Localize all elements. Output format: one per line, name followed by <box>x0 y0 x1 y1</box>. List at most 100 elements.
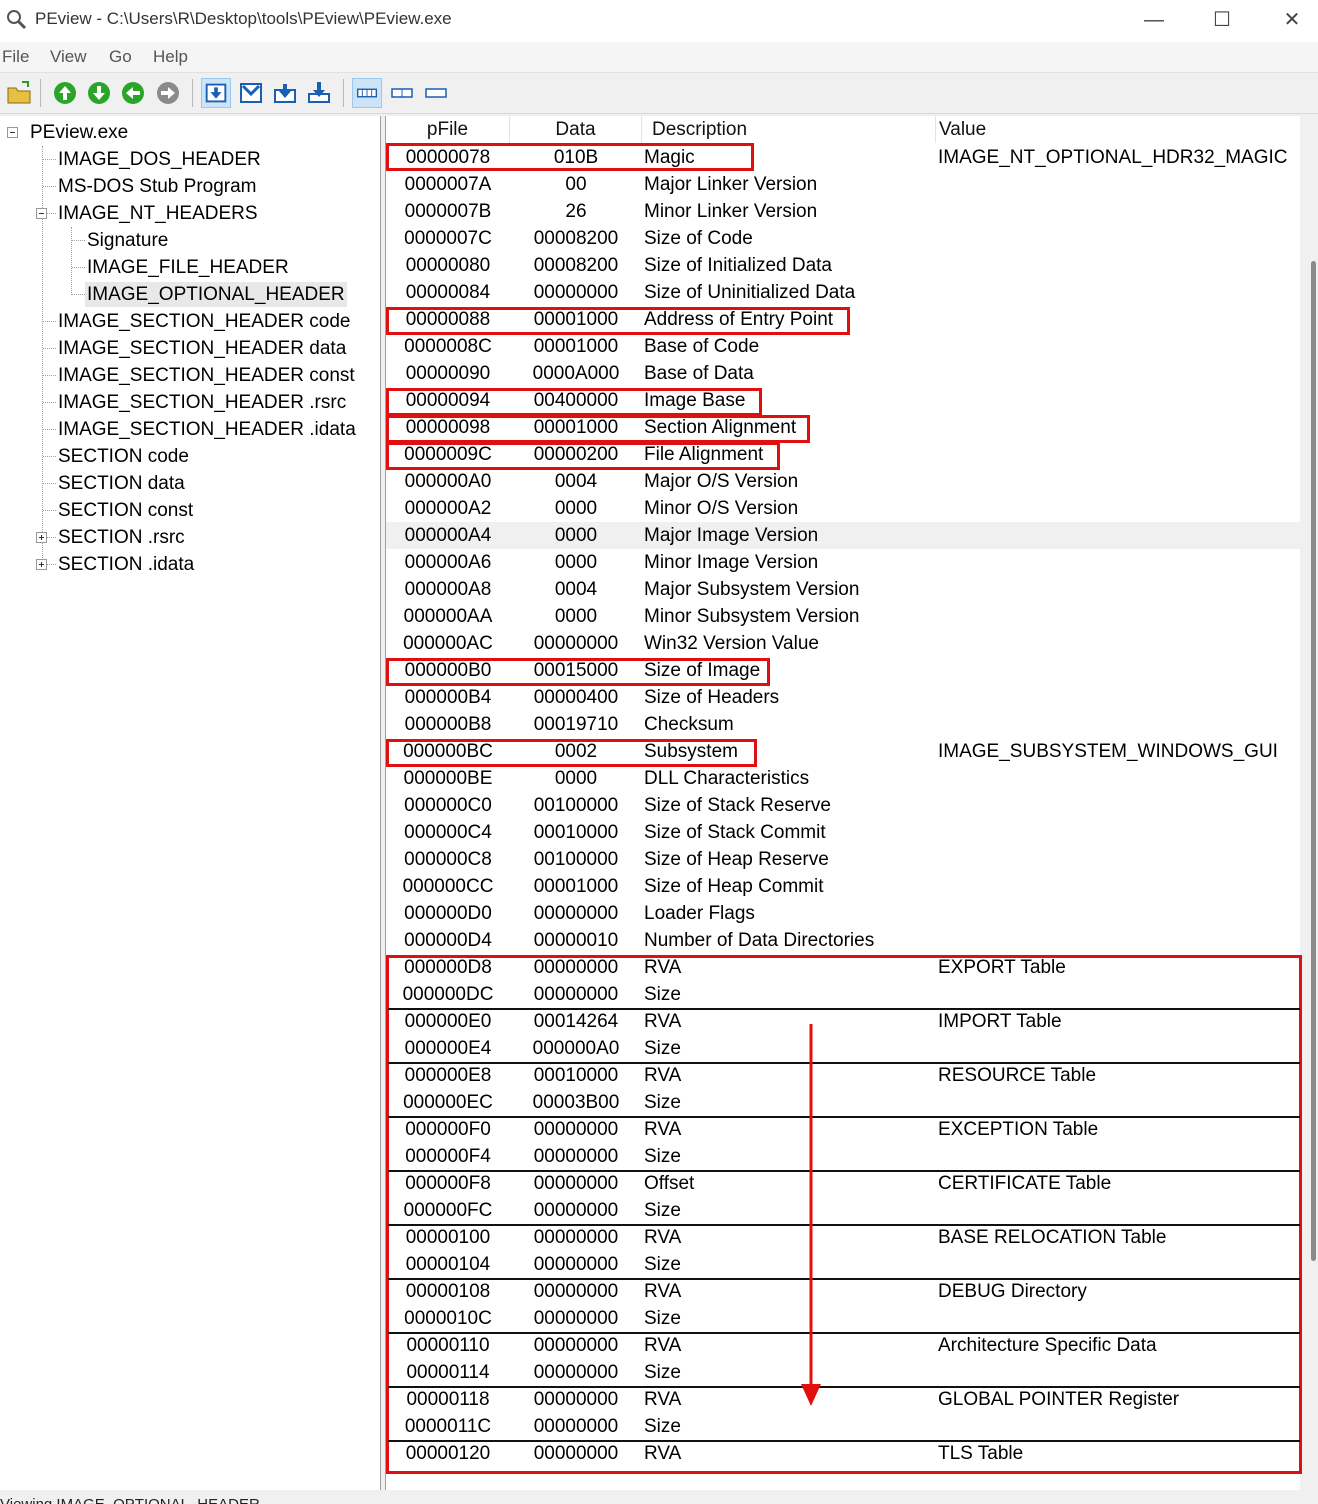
cell-data: 00000000 <box>533 903 619 924</box>
cell-pfile: 000000A4 <box>404 525 492 546</box>
close-button[interactable]: ✕ <box>1260 0 1318 42</box>
cell-data: 00001000 <box>533 876 619 897</box>
table-row[interactable]: 000000A4 0000 Major Image Version <box>386 522 1300 549</box>
tree-item-section-idata[interactable]: SECTION .idata <box>56 552 196 577</box>
table-row[interactable]: 000000D0 00000000 Loader Flags <box>386 900 1300 927</box>
maximize-button[interactable]: ☐ <box>1190 0 1254 42</box>
cell-value: IMAGE_NT_OPTIONAL_HDR32_MAGIC <box>938 147 1288 168</box>
cell-data: 0000 <box>554 606 598 627</box>
cell-data: 00010000 <box>533 822 619 843</box>
table-row[interactable]: 00000084 00000000 Size of Uninitialized Da… <box>386 279 1300 306</box>
scrollbar-thumb[interactable] <box>1311 261 1316 1261</box>
cell-description: Size of Heap Commit <box>644 876 824 897</box>
table-row[interactable]: 000000A8 0004 Major Subsystem Version <box>386 576 1300 603</box>
group-separator-line <box>388 1440 1300 1442</box>
tree-item-optional-header[interactable]: IMAGE_OPTIONAL_HEADER <box>85 282 347 307</box>
cell-data: 00000000 <box>533 282 619 303</box>
cell-description: Major Linker Version <box>644 174 818 195</box>
tree-item-section-header-const[interactable]: IMAGE_SECTION_HEADER const <box>56 363 357 388</box>
table-row[interactable]: 000000A6 0000 Minor Image Version <box>386 549 1300 576</box>
tree-item-dos-header[interactable]: IMAGE_DOS_HEADER <box>56 147 263 172</box>
tree-item-section-rsrc[interactable]: SECTION .rsrc <box>56 525 187 550</box>
back-icon[interactable] <box>118 78 148 108</box>
cell-pfile: 000000D4 <box>404 930 492 951</box>
table-row[interactable]: 0000007A 00 Major Linker Version <box>386 171 1300 198</box>
up-icon[interactable] <box>50 78 80 108</box>
details-icon[interactable] <box>352 78 382 108</box>
table-row[interactable]: 000000B4 00000400 Size of Headers <box>386 684 1300 711</box>
cell-pfile: 000000C0 <box>404 795 492 816</box>
table-row[interactable]: 000000C8 00100000 Size of Heap Reserve <box>386 846 1300 873</box>
collapse-icon[interactable] <box>36 208 47 219</box>
view-qword-icon[interactable] <box>304 78 334 108</box>
minimize-button[interactable]: — <box>1122 0 1186 42</box>
list-icon[interactable] <box>387 78 417 108</box>
highlight-box <box>386 442 780 470</box>
column-header-value[interactable]: Value <box>936 116 1300 143</box>
cell-pfile: 00000080 <box>405 255 491 276</box>
open-icon[interactable] <box>4 78 34 108</box>
table-row[interactable]: 000000AC 00000000 Win32 Version Value <box>386 630 1300 657</box>
tree-item-section-header-rsrc[interactable]: IMAGE_SECTION_HEADER .rsrc <box>56 390 348 415</box>
table-row[interactable]: 000000BE 0000 DLL Characteristics <box>386 765 1300 792</box>
table-row[interactable]: 0000007B 26 Minor Linker Version <box>386 198 1300 225</box>
small-icon[interactable] <box>421 78 451 108</box>
cell-description: Size of Heap Reserve <box>644 849 829 870</box>
table-row[interactable]: 0000007C 00008200 Size of Code <box>386 225 1300 252</box>
table-row[interactable]: 000000A2 0000 Minor O/S Version <box>386 495 1300 522</box>
tree-item-peview-exe[interactable]: PEview.exe <box>28 120 130 145</box>
cell-description: Size of Stack Commit <box>644 822 826 843</box>
tree-view[interactable]: PEview.exe IMAGE_DOS_HEADER MS-DOS Stub … <box>0 116 381 1491</box>
tree-item-section-header-code[interactable]: IMAGE_SECTION_HEADER code <box>56 309 352 334</box>
table-row[interactable]: 00000090 0000A000 Base of Data <box>386 360 1300 387</box>
expand-icon[interactable] <box>36 532 47 543</box>
cell-description: Size of Code <box>644 228 753 249</box>
tree-item-section-code[interactable]: SECTION code <box>56 444 191 469</box>
table-row[interactable]: 000000A0 0004 Major O/S Version <box>386 468 1300 495</box>
tree-item-section-const[interactable]: SECTION const <box>56 498 195 523</box>
collapse-icon[interactable] <box>7 127 18 138</box>
view-dword-icon[interactable] <box>270 78 300 108</box>
cell-pfile: 0000007B <box>404 201 492 222</box>
tree-item-section-header-idata[interactable]: IMAGE_SECTION_HEADER .idata <box>56 417 358 442</box>
tree-item-nt-headers[interactable]: IMAGE_NT_HEADERS <box>56 201 260 226</box>
menu-view[interactable]: View <box>50 47 87 67</box>
menu-go[interactable]: Go <box>109 47 132 67</box>
cell-description: Minor Subsystem Version <box>644 606 860 627</box>
table-row[interactable]: 000000B8 00019710 Checksum <box>386 711 1300 738</box>
table-row[interactable]: 0000008C 00001000 Base of Code <box>386 333 1300 360</box>
view-word-icon[interactable] <box>236 78 266 108</box>
column-header-data[interactable]: Data <box>510 116 642 143</box>
tree-item-section-data[interactable]: SECTION data <box>56 471 187 496</box>
tree-connector <box>43 402 56 403</box>
tree-item-msdos-stub[interactable]: MS-DOS Stub Program <box>56 174 259 199</box>
tree-item-section-header-data[interactable]: IMAGE_SECTION_HEADER data <box>56 336 348 361</box>
table-row[interactable]: 000000AA 0000 Minor Subsystem Version <box>386 603 1300 630</box>
menu-file[interactable]: File <box>2 47 29 67</box>
tree-connector <box>43 429 56 430</box>
menu-help[interactable]: Help <box>153 47 188 67</box>
column-header-description[interactable]: Description <box>642 116 936 143</box>
highlight-box <box>386 739 757 767</box>
expand-icon[interactable] <box>36 559 47 570</box>
tree-item-file-header[interactable]: IMAGE_FILE_HEADER <box>85 255 291 280</box>
table-row[interactable]: 000000C0 00100000 Size of Stack Reserve <box>386 792 1300 819</box>
tree-item-signature[interactable]: Signature <box>85 228 170 253</box>
highlight-box <box>386 388 762 416</box>
cell-data: 0000 <box>554 768 598 789</box>
table-row[interactable]: 000000C4 00010000 Size of Stack Commit <box>386 819 1300 846</box>
view-byte-icon[interactable] <box>201 78 231 108</box>
table-row[interactable]: 00000080 00008200 Size of Initialized Data <box>386 252 1300 279</box>
table-row[interactable]: 000000D4 00000010 Number of Data Directori… <box>386 927 1300 954</box>
column-header-pfile[interactable]: pFile <box>386 116 510 143</box>
cell-description: Checksum <box>644 714 734 735</box>
cell-description: Base of Code <box>644 336 760 357</box>
table-row[interactable]: 000000CC 00001000 Size of Heap Commit <box>386 873 1300 900</box>
cell-description: Minor O/S Version <box>644 498 799 519</box>
tree-connector <box>43 456 56 457</box>
forward-icon[interactable] <box>153 78 183 108</box>
cell-description: Minor Linker Version <box>644 201 818 222</box>
cell-data: 0004 <box>554 471 598 492</box>
down-icon[interactable] <box>84 78 114 108</box>
menu-bar: File View Go Help <box>0 42 1318 73</box>
